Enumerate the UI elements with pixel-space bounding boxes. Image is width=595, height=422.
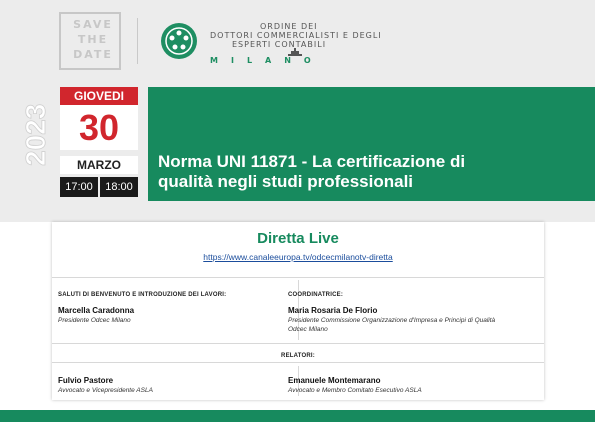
welcome-name: Marcella Caradonna: [58, 306, 135, 315]
coordinator-name: Maria Rosaria De Florio: [288, 306, 378, 315]
event-time-start: 17:00: [60, 177, 98, 197]
org-name-line3: ESPERTI CONTABILI: [232, 40, 327, 49]
speakers-label: RELATORI:: [281, 353, 315, 359]
speaker-role: Avvocato e Vicepresidente ASLA: [58, 387, 153, 394]
odcec-logo-icon: [161, 23, 197, 59]
live-title: Diretta Live: [257, 230, 339, 247]
org-city: MILANO: [210, 56, 324, 65]
org-name-line1: ORDINE DEI: [260, 22, 318, 31]
event-title-line1: Norma UNI 11871 - La certificazione di: [158, 152, 466, 171]
divider: [52, 277, 544, 278]
event-month: MARZO: [60, 156, 138, 174]
event-times: 17:00 18:00: [60, 177, 138, 197]
live-stream-link[interactable]: https://www.canaleeuropa.tv/odcecmilanot…: [52, 252, 544, 262]
event-title: Norma UNI 11871 - La certificazione di q…: [158, 152, 578, 192]
speaker-name: Emanuele Montemarano: [288, 376, 381, 385]
event-date: GIOVEDI 30 MARZO 17:00 18:00: [60, 87, 138, 197]
header-divider: [137, 18, 138, 64]
save-the-date-stamp: SAVE THE DATE: [59, 12, 121, 70]
stamp-line: DATE: [73, 48, 113, 61]
speaker-name: Fulvio Pastore: [58, 376, 114, 385]
footer-band: [0, 410, 595, 422]
coordinator-role-line1: Presidente Commissione Organizzazione d'…: [288, 317, 496, 324]
stamp-line: THE: [77, 33, 109, 46]
event-year: 2023: [23, 103, 49, 166]
welcome-label: SALUTI DI BENVENUTO E INTRODUZIONE DEI L…: [58, 292, 227, 298]
coordinator-role-line2: Odcec Milano: [288, 326, 328, 333]
event-day: 30: [60, 105, 138, 150]
event-time-end: 18:00: [100, 177, 138, 197]
divider: [52, 343, 544, 344]
stamp-line: SAVE: [73, 18, 113, 31]
svg-text:2023: 2023: [23, 104, 49, 166]
speaker-role: Avvocato e Membro Comitato Esecutivo ASL…: [288, 387, 422, 394]
event-weekday: GIOVEDI: [60, 87, 138, 105]
welcome-role: Presidente Odcec Milano: [58, 317, 131, 324]
event-title-line2: qualità negli studi professionali: [158, 172, 414, 191]
divider: [52, 362, 544, 363]
coordinator-label: COORDINATRICE:: [288, 292, 344, 298]
building-icon: [288, 48, 302, 56]
org-name-line2: DOTTORI COMMERCIALISTI E DEGLI: [210, 31, 382, 40]
event-details-card: Diretta Live https://www.canaleeuropa.tv…: [52, 222, 544, 400]
